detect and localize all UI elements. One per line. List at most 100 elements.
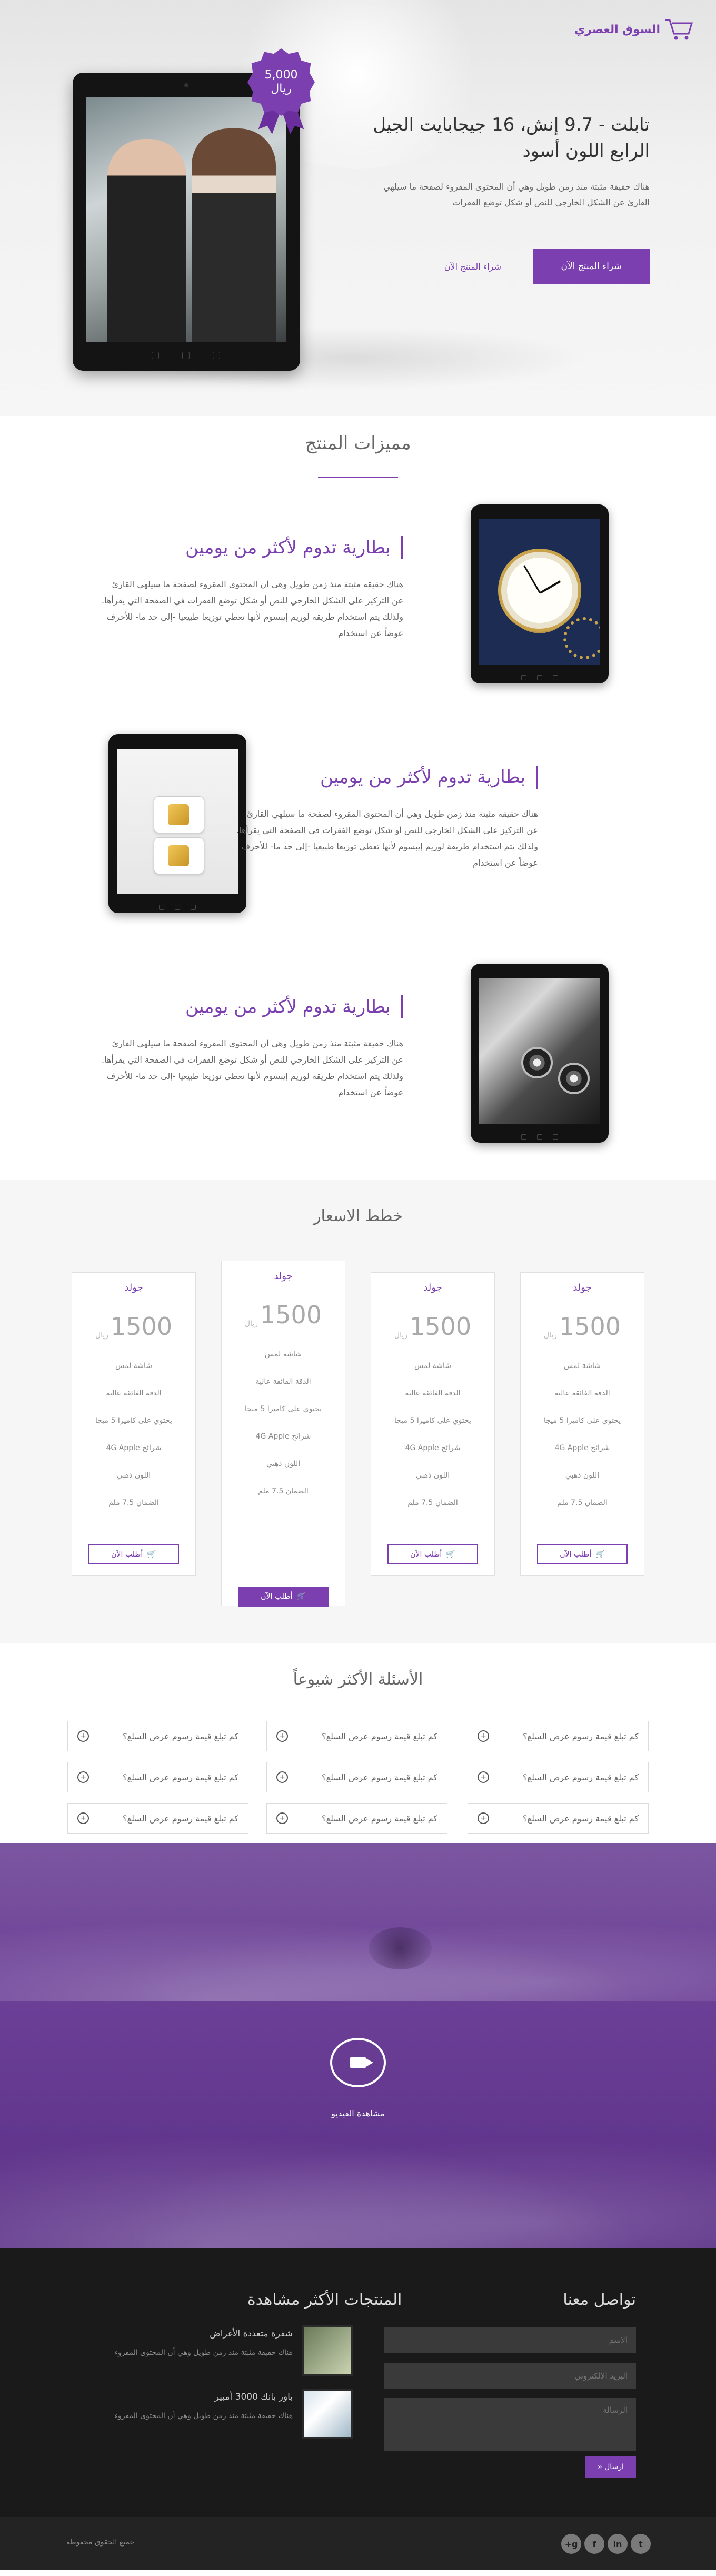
faq-question: كم تبلغ قيمة رسوم عرض السلع؟: [321, 1731, 437, 1741]
product-name: باور بانك 3000 أمبير: [214, 2392, 293, 2402]
hero-copy: تابلت - 9.7 إنش، 16 جيجابايت الجيل الراب…: [365, 112, 650, 211]
facebook-icon[interactable]: f: [584, 2534, 604, 2554]
plan-feature: شرائح 4G Apple: [554, 1444, 610, 1452]
feature-item: بطارية تدوم لأكثر من يومين هناك حقيقة مث…: [98, 995, 403, 1101]
plus-icon: +: [77, 1812, 89, 1824]
plan-feature: اللون ذهبي: [415, 1471, 450, 1480]
plan-feature: شرائح 4G Apple: [106, 1444, 162, 1452]
video-section: مشاهدة الفيديو: [0, 1843, 716, 2248]
plan-features: شاشة لمس الدقة الفائقة عالية يحتوي على كام…: [521, 1352, 644, 1517]
plus-icon: +: [276, 1730, 288, 1742]
order-button[interactable]: 🛒 أطلب الآن: [537, 1544, 628, 1564]
contact-section: تواصل معنا ارسال « المنتجات الأكثر مشاهد…: [0, 2248, 716, 2517]
plan-name: جولد: [423, 1282, 442, 1293]
price-badge: 5,000 ريال: [247, 48, 315, 116]
faq-item[interactable]: كم تبلغ قيمة رسوم عرض السلع؟ +: [468, 1762, 649, 1792]
badge-price: 5,000: [264, 68, 298, 82]
plan-feature: الدقة الفائقة عالية: [255, 1378, 311, 1386]
feature-item: بطارية تدوم لأكثر من يومين هناك حقيقة مث…: [98, 536, 403, 641]
video-camera-icon: [350, 2057, 373, 2068]
feature-text: هناك حقيقة مثبتة منذ زمن طويل وهي أن الم…: [102, 1038, 403, 1097]
footer: t in f g+ جميع الحقوق محفوظة: [0, 2517, 716, 2570]
hero-description: هناك حقيقة مثبتة منذ زمن طويل وهي أن الم…: [383, 182, 650, 207]
plan-feature: شاشة لمس: [265, 1350, 302, 1359]
badge-currency: ريال: [271, 82, 292, 95]
plan-feature: اللون ذهبي: [266, 1460, 301, 1468]
plus-icon: +: [77, 1771, 89, 1783]
email-field[interactable]: [384, 2363, 636, 2389]
cart-icon: 🛒: [446, 1550, 455, 1559]
photo-man: [107, 139, 186, 342]
contact-title: تواصل معنا: [563, 2291, 636, 2309]
buy-now-link[interactable]: شراء المنتج الآن: [444, 262, 501, 272]
faq-item[interactable]: كم تبلغ قيمة رسوم عرض السلع؟ +: [67, 1762, 248, 1792]
order-button[interactable]: 🛒 أطلب الآن: [238, 1587, 329, 1607]
plus-icon: +: [276, 1812, 288, 1824]
cart-icon: 🛒: [595, 1550, 605, 1559]
faq-item[interactable]: كم تبلغ قيمة رسوم عرض السلع؟ +: [266, 1803, 448, 1834]
plan-feature: الضمان 7.5 ملم: [407, 1499, 458, 1507]
plus-icon: +: [478, 1812, 489, 1824]
pricing-card: جولد ريال 1500 شاشة لمس الدقة الفائقة عالية ي…: [520, 1272, 644, 1576]
faq-question: كم تبلغ قيمة رسوم عرض السلع؟: [522, 1772, 639, 1782]
features-title: مميزات المنتج: [305, 433, 411, 454]
faq-question: كم تبلغ قيمة رسوم عرض السلع؟: [122, 1813, 238, 1824]
plan-feature: الضمان 7.5 ملم: [557, 1499, 608, 1507]
plan-feature: الدقة الفائقة عالية: [554, 1389, 610, 1398]
plus-icon: +: [276, 1771, 288, 1783]
pricing-title: خطط الاسعار: [313, 1207, 403, 1225]
plan-feature: الدقة الفائقة عالية: [405, 1389, 461, 1398]
faq-item[interactable]: كم تبلغ قيمة رسوم عرض السلع؟ +: [266, 1762, 448, 1792]
feature-heading: بطارية تدوم لأكثر من يومين: [98, 995, 403, 1018]
tablet-screen-photo: [86, 97, 286, 342]
faq-item[interactable]: كم تبلغ قيمة رسوم عرض السلع؟ +: [266, 1721, 448, 1751]
plan-price: ريال 1500: [394, 1312, 472, 1341]
order-button[interactable]: 🛒 أطلب الآن: [387, 1544, 478, 1564]
name-field[interactable]: [384, 2327, 636, 2353]
order-button[interactable]: 🛒 أطلب الآن: [88, 1544, 179, 1564]
plan-feature: اللون ذهبي: [116, 1471, 151, 1480]
play-video-button[interactable]: [330, 2038, 386, 2087]
faq-title: الأسئلة الأكثر شيوعاً: [293, 1670, 423, 1689]
double-chevron-icon: «: [598, 2463, 602, 2471]
faq-item[interactable]: كم تبلغ قيمة رسوم عرض السلع؟ +: [67, 1721, 248, 1751]
plan-feature: شرائح 4G Apple: [255, 1432, 311, 1441]
popular-item[interactable]: شفرة متعددة الأغراض هناك حقيقة مثبتة منذ…: [111, 2325, 353, 2376]
cart-icon: 🛒: [296, 1592, 306, 1601]
hero-title: تابلت - 9.7 إنش، 16 جيجابايت الجيل الراب…: [373, 114, 650, 162]
plan-feature: يحتوي على كاميرا 5 ميجا: [95, 1416, 173, 1425]
faq-question: كم تبلغ قيمة رسوم عرض السلع؟: [522, 1813, 639, 1824]
plus-icon: +: [478, 1730, 489, 1742]
faq-item[interactable]: كم تبلغ قيمة رسوم عرض السلع؟ +: [468, 1803, 649, 1834]
pricing-card: جولد ريال 1500 شاشة لمس الدقة الفائقة عالية ي…: [371, 1272, 495, 1576]
video-label: مشاهدة الفيديو: [331, 2108, 385, 2118]
popular-item[interactable]: باور بانك 3000 أمبير هناك حقيقة مثبتة من…: [111, 2389, 353, 2439]
plan-name: جولد: [573, 1282, 592, 1293]
message-field[interactable]: [384, 2398, 636, 2451]
faq-item[interactable]: كم تبلغ قيمة رسوم عرض السلع؟ +: [67, 1803, 248, 1834]
product-desc: هناك حقيقة مثبتة منذ زمن طويل وهي أن الم…: [114, 2412, 293, 2420]
feature-heading: بطارية تدوم لأكثر من يومين: [98, 536, 403, 559]
tablet-buttons: [152, 352, 220, 359]
plus-icon: +: [478, 1771, 489, 1783]
popular-title: المنتجات الأكثر مشاهدة: [247, 2291, 402, 2309]
product-desc: هناك حقيقة مثبتة منذ زمن طويل وهي أن الم…: [114, 2349, 293, 2357]
twitter-icon[interactable]: t: [631, 2534, 651, 2554]
plus-icon: +: [77, 1730, 89, 1742]
plan-features: شاشة لمس الدقة الفائقة عالية يحتوي على كام…: [222, 1341, 345, 1505]
plan-feature: الدقة الفائقة عالية: [106, 1389, 162, 1398]
feature-text: هناك حقيقة مثبتة منذ زمن طويل وهي أن الم…: [102, 579, 403, 638]
pricing-card: جولد ريال 1500 شاشة لمس الدقة الفائقة عالية ي…: [72, 1272, 196, 1576]
feature-text: هناك حقيقة مثبتة منذ زمن طويل وهي أن الم…: [236, 809, 538, 868]
google-plus-icon[interactable]: g+: [561, 2534, 581, 2554]
linkedin-icon[interactable]: in: [608, 2534, 628, 2554]
plan-feature: الضمان 7.5 ملم: [108, 1499, 159, 1507]
brand-logo[interactable]: السوق العصري: [574, 17, 694, 42]
send-button[interactable]: ارسال «: [585, 2456, 636, 2478]
faq-item[interactable]: كم تبلغ قيمة رسوم عرض السلع؟ +: [468, 1721, 649, 1751]
faq-section: الأسئلة الأكثر شيوعاً كم تبلغ قيمة رسوم …: [0, 1643, 716, 1843]
buy-now-button[interactable]: شراء المنتج الآن: [533, 249, 650, 284]
title-underline: [318, 477, 398, 478]
product-thumbnail: [302, 2389, 353, 2439]
plan-feature: شاشة لمس: [564, 1362, 601, 1370]
